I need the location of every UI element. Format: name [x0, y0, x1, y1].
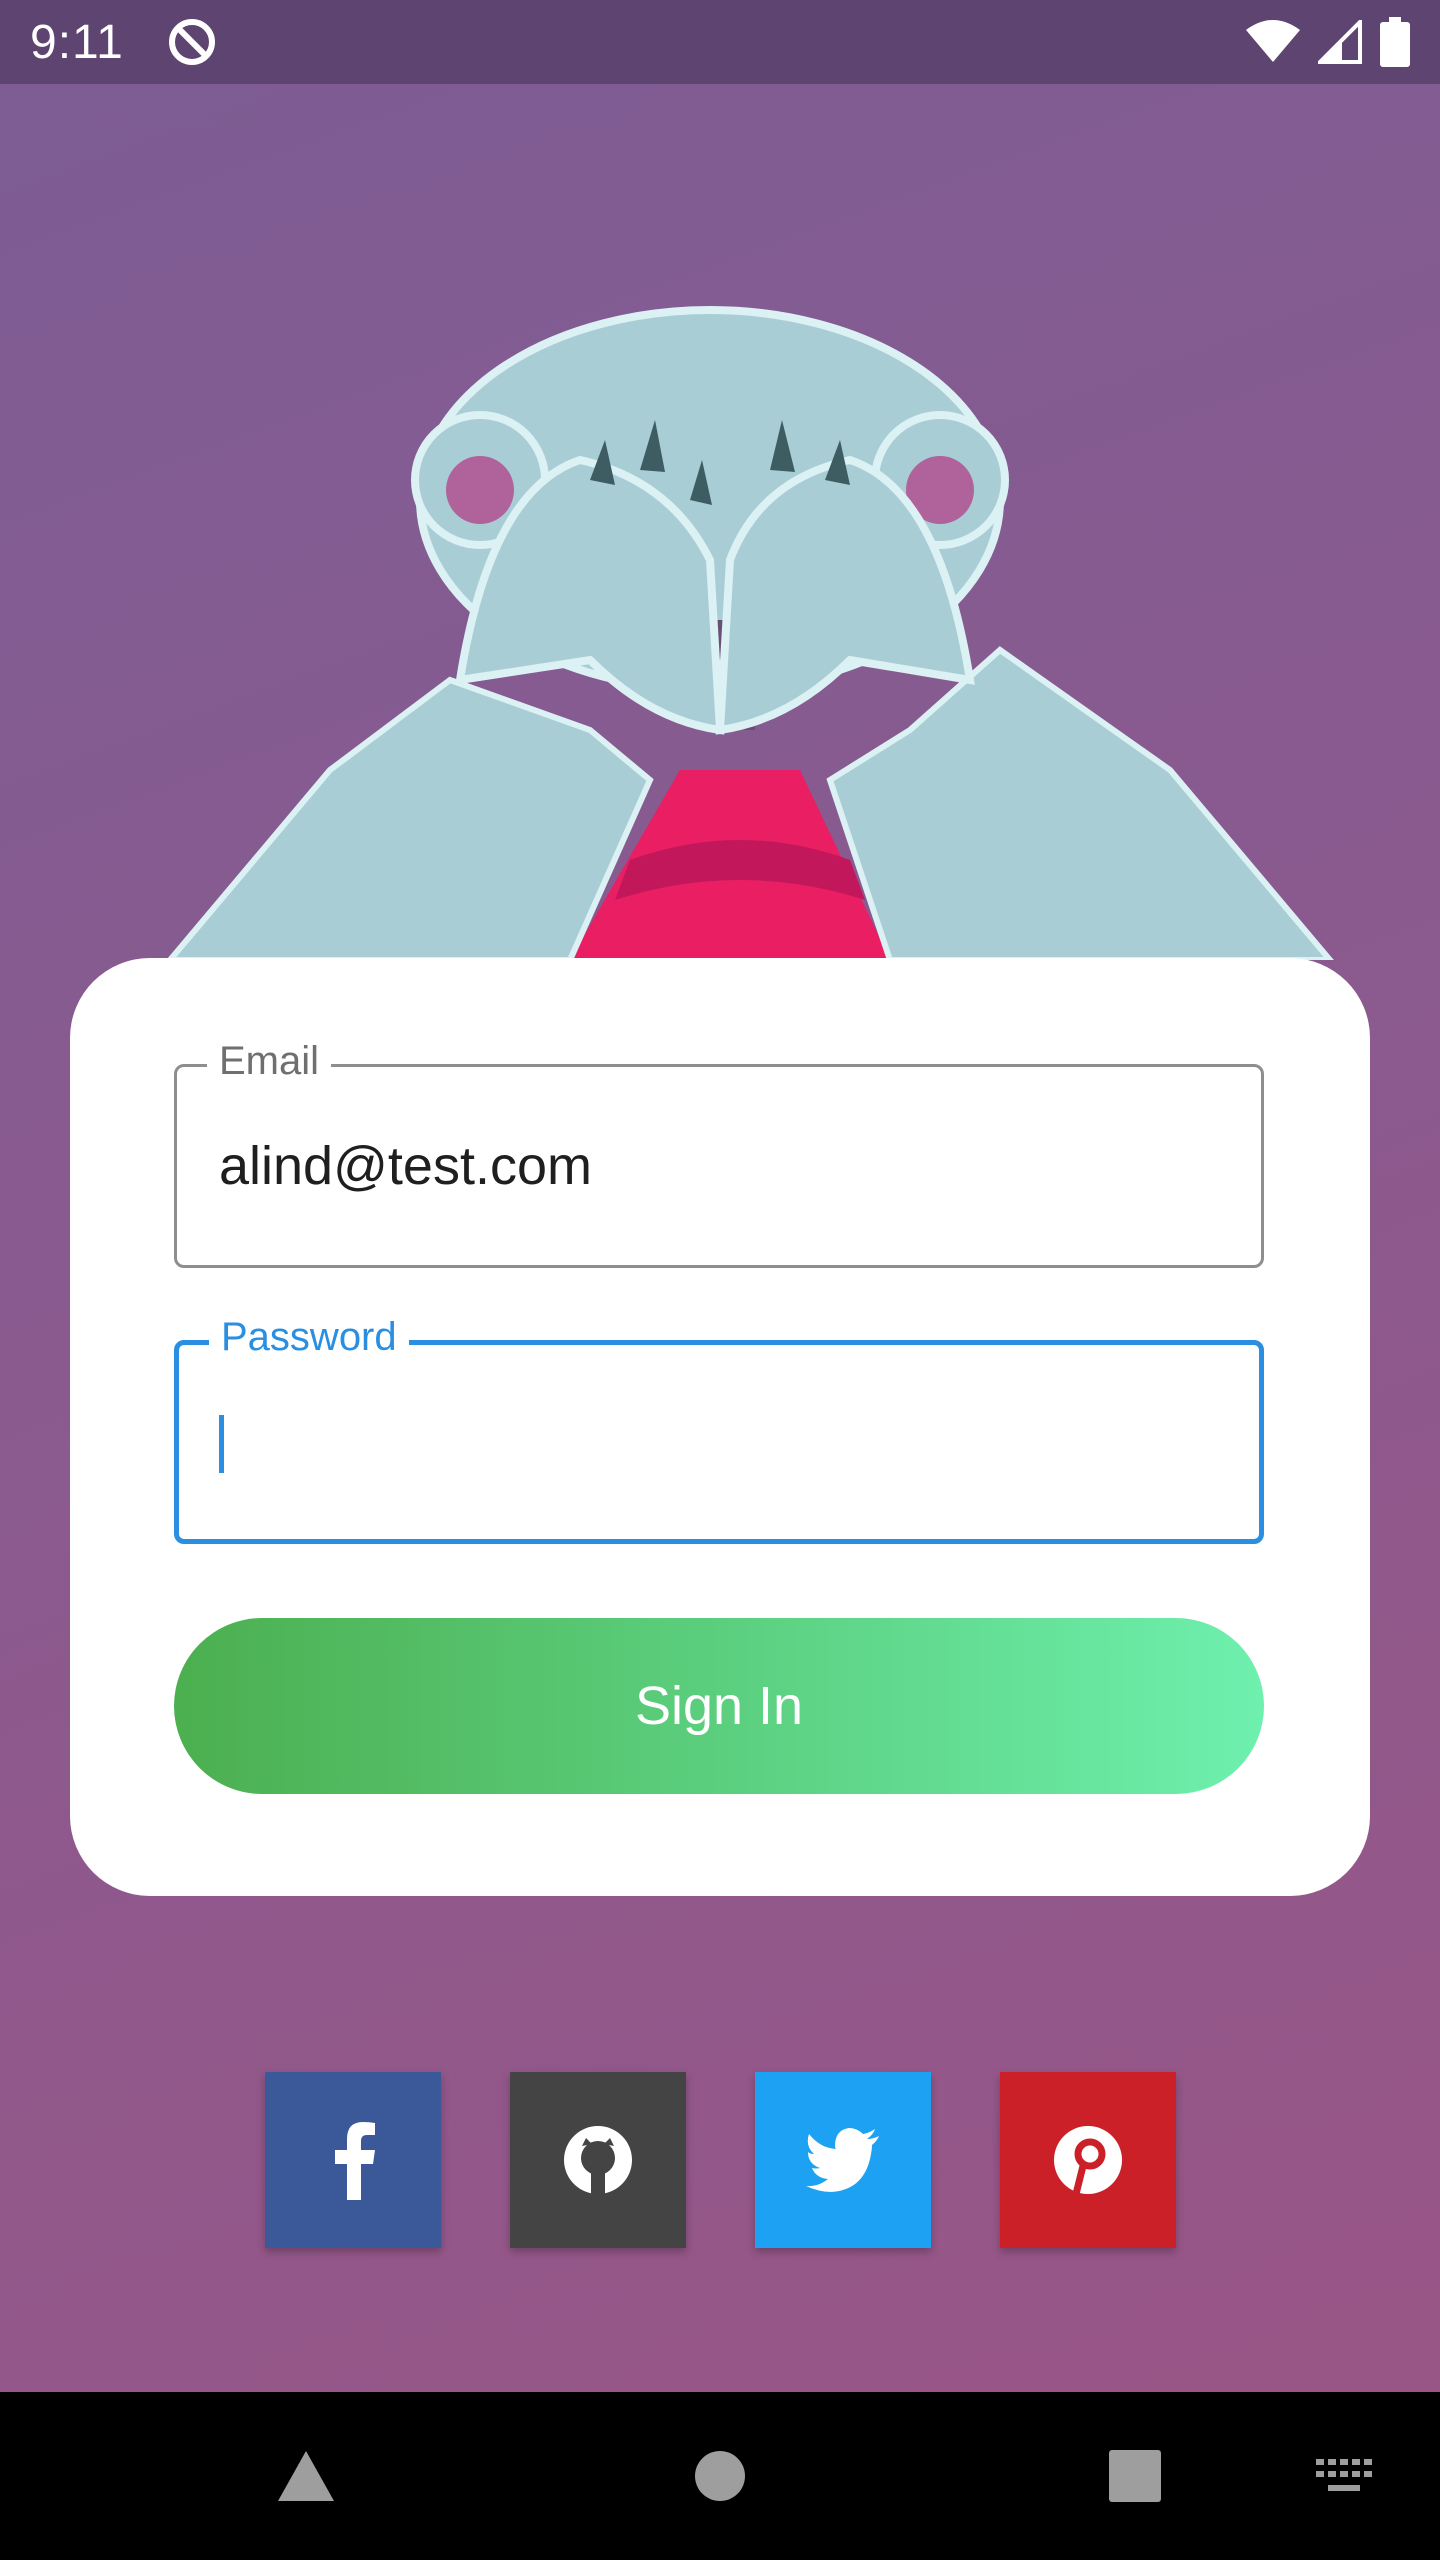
status-time: 9:11	[30, 15, 124, 69]
home-icon	[695, 2451, 745, 2501]
recents-button[interactable]	[1108, 2392, 1162, 2560]
facebook-icon	[335, 2122, 375, 2200]
status-bar: 9:11	[0, 0, 1440, 84]
twitter-button[interactable]	[755, 2072, 931, 2248]
github-button[interactable]	[510, 2072, 686, 2248]
email-field[interactable]: Email alind@test.com	[174, 1039, 1264, 1268]
email-label: Email	[207, 1039, 332, 1084]
home-button[interactable]	[692, 2392, 748, 2560]
text-caret	[219, 1415, 224, 1473]
keyboard-switch-button[interactable]	[1314, 2392, 1374, 2560]
github-icon	[564, 2126, 632, 2194]
battery-icon	[1380, 17, 1410, 67]
facebook-button[interactable]	[265, 2072, 441, 2248]
bear-illustration	[166, 306, 1334, 960]
system-nav-bar	[0, 2392, 1440, 2560]
wifi-icon	[1246, 20, 1300, 62]
pinterest-icon	[1054, 2126, 1122, 2195]
password-label: Password	[209, 1315, 409, 1360]
data-saver-icon	[168, 19, 215, 65]
password-field[interactable]: Password	[174, 1315, 1264, 1544]
recents-icon	[1109, 2450, 1161, 2502]
keyboard-icon	[1316, 2459, 1372, 2491]
sign-in-button[interactable]: Sign In	[174, 1618, 1264, 1794]
login-card: Email alind@test.com Password Sign In	[70, 958, 1370, 1896]
signal-icon	[1318, 20, 1362, 64]
back-icon	[278, 2451, 334, 2501]
email-value[interactable]: alind@test.com	[219, 1135, 592, 1197]
twitter-icon	[806, 2128, 879, 2192]
pinterest-button[interactable]	[1000, 2072, 1176, 2248]
back-button[interactable]	[276, 2392, 336, 2560]
